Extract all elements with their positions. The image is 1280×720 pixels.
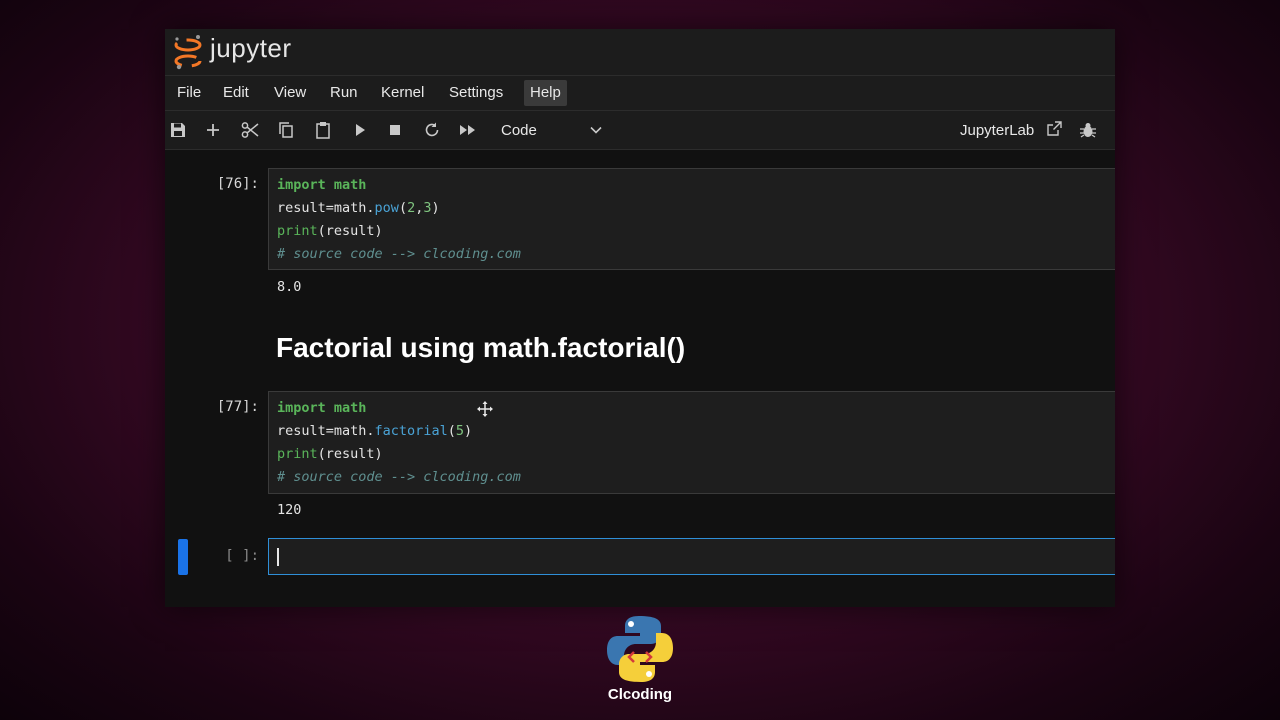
notebook-toolbar: Code JupyterLab (165, 111, 1115, 150)
code-comment: # source code --> clcoding.com (277, 246, 521, 262)
code-line: result=math.pow(2,3) (277, 200, 440, 216)
menu-kernel[interactable]: Kernel (375, 80, 430, 106)
menu-view[interactable]: View (268, 80, 312, 106)
cell-prompt: [ ]: (225, 548, 259, 564)
external-link-icon[interactable] (1045, 120, 1063, 138)
copy-icon (279, 122, 293, 138)
stop-icon (390, 125, 400, 135)
cell-type-select[interactable]: Code (501, 120, 537, 142)
move-cursor-icon (477, 401, 493, 417)
code-cell-76[interactable]: import math result=math.pow(2,3) print(r… (268, 168, 1115, 270)
save-icon (171, 123, 185, 137)
menu-bar: File Edit View Run Kernel Settings Help (165, 76, 1115, 111)
menu-file[interactable]: File (171, 80, 207, 106)
cell-output: 120 (277, 502, 302, 518)
restart-icon (425, 122, 439, 137)
code-line: result=math.factorial(5) (277, 423, 473, 439)
cell-output: 8.0 (277, 279, 302, 295)
jupyter-logo-icon[interactable] (173, 33, 203, 71)
code-line: print(result) (277, 223, 383, 239)
markdown-heading: Factorial using math.factorial() (276, 332, 686, 363)
run-button[interactable] (350, 120, 370, 140)
add-cell-icon (207, 124, 219, 136)
run-icon (356, 124, 365, 136)
cut-button[interactable] (240, 120, 260, 140)
code-keyword: import math (277, 400, 367, 416)
cut-icon (241, 122, 259, 138)
menu-edit[interactable]: Edit (217, 80, 255, 106)
code-line: import math (277, 174, 366, 196)
active-code-cell[interactable] (268, 538, 1115, 575)
python-logo-icon (607, 616, 673, 682)
chevron-down-icon[interactable] (589, 123, 603, 137)
code-keyword: import math (277, 177, 367, 193)
jupyterlab-link[interactable]: JupyterLab (960, 120, 1034, 142)
code-line: print(result) (277, 446, 383, 462)
menu-settings[interactable]: Settings (443, 80, 509, 106)
menu-help[interactable]: Help (524, 80, 567, 106)
add-cell-button[interactable] (203, 120, 223, 140)
code-line: import math (277, 397, 366, 419)
text-caret (277, 548, 279, 566)
cell-prompt: [76]: (216, 176, 259, 192)
fast-forward-icon (460, 125, 475, 135)
copy-button[interactable] (276, 120, 296, 140)
restart-run-all-button[interactable] (458, 120, 478, 140)
bug-icon[interactable] (1079, 121, 1097, 139)
top-bar: jupyter (165, 29, 1115, 76)
save-button[interactable] (168, 120, 188, 140)
menu-run[interactable]: Run (324, 80, 364, 106)
stop-button[interactable] (385, 120, 405, 140)
cell-prompt: [77]: (216, 399, 259, 415)
jupyter-window: jupyter File Edit View Run Kernel Settin… (165, 29, 1115, 607)
code-comment: # source code --> clcoding.com (277, 469, 521, 485)
restart-button[interactable] (422, 120, 442, 140)
code-cell-77[interactable]: import math result=math.factorial(5) pri… (268, 391, 1115, 494)
paste-icon (316, 122, 330, 139)
paste-button[interactable] (313, 120, 333, 140)
jupyter-wordmark: jupyter (210, 33, 292, 63)
clcoding-brand-label: Clcoding (607, 686, 673, 703)
